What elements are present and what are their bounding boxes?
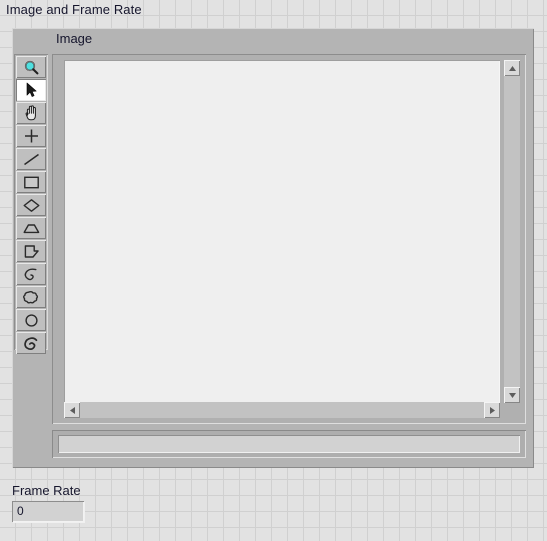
frame-rate-indicator: Frame Rate 0 [12,483,84,522]
tool-button-selection-arrow[interactable] [16,79,46,101]
tool-button-rotated-rectangle[interactable] [16,194,46,216]
cloud-region-icon [22,290,41,305]
image-horizontal-scrollbar[interactable] [64,402,500,418]
vertical-scrollbar-track[interactable] [504,76,520,387]
tool-button-oval[interactable] [16,217,46,239]
polygon-icon [22,244,41,259]
image-status-bar [52,430,526,458]
hand-icon [23,105,40,121]
magnifier-icon [23,60,40,75]
tool-button-annulus[interactable] [16,286,46,308]
arrow-pointer-icon [25,82,38,98]
diamond-icon [22,198,41,213]
image-display-frame [52,54,526,424]
spiral-region-icon [22,336,41,351]
freehand-line-icon [22,267,41,282]
scroll-down-arrow-icon[interactable] [504,387,520,403]
rectangle-icon [22,175,41,190]
frame-rate-value-field[interactable]: 0 [12,501,84,522]
tool-button-zoom[interactable] [16,56,46,78]
tool-button-point[interactable] [16,125,46,147]
tool-button-freehand-region[interactable] [16,309,46,331]
circle-region-icon [22,313,41,328]
scroll-up-arrow-icon[interactable] [504,60,520,76]
scroll-right-arrow-icon[interactable] [484,402,500,418]
frame-rate-label: Frame Rate [12,483,81,498]
front-panel: Image and Frame Rate Image Frame Rate 0 [0,0,547,541]
line-icon [22,152,41,167]
tool-button-polygon[interactable] [16,240,46,262]
image-control-label: Image [56,31,93,46]
tool-button-broken-line[interactable] [16,332,46,354]
tool-button-rectangle[interactable] [16,171,46,193]
tool-button-freehand-line[interactable] [16,263,46,285]
image-control-cluster: Image [12,28,534,468]
tool-button-line[interactable] [16,148,46,170]
page-title: Image and Frame Rate [6,2,142,17]
image-status-text [58,435,520,453]
tool-button-pan[interactable] [16,102,46,124]
image-vertical-scrollbar[interactable] [504,60,520,403]
scroll-left-arrow-icon[interactable] [64,402,80,418]
image-canvas[interactable] [64,60,500,403]
arc-segment-icon [22,221,41,236]
crosshair-icon [23,128,40,144]
horizontal-scrollbar-track[interactable] [80,402,484,418]
image-tool-palette [14,54,48,354]
